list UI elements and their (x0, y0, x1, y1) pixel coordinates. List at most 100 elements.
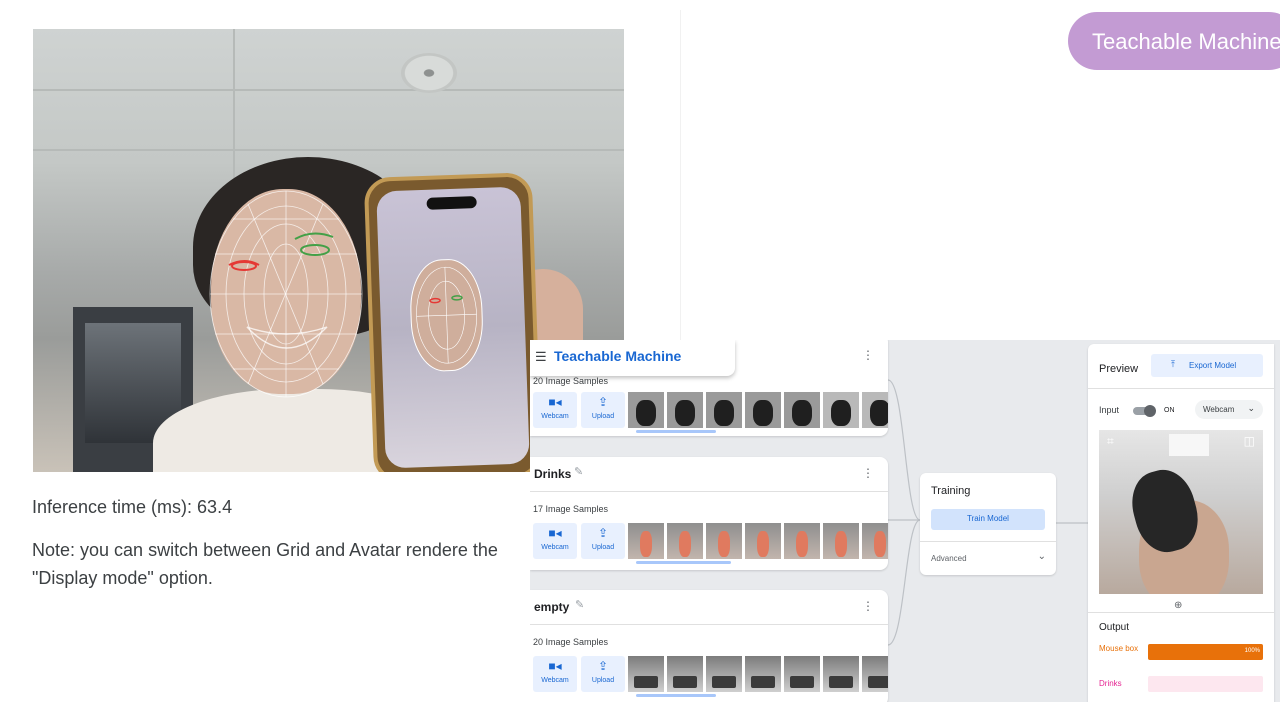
sample-thumbnail[interactable] (667, 392, 703, 428)
class-sample-count: 20 Image Samples (533, 376, 609, 386)
upload-button-label: Upload (591, 413, 615, 420)
class-card-drinks: Drinks ✎ ⋮ 17 Image Samples ■◂ Webcam ⇪ … (530, 457, 888, 570)
export-model-label: Export Model (1189, 361, 1237, 370)
edit-pencil-icon[interactable]: ✎ (575, 598, 584, 611)
webcam-button[interactable]: ■◂ Webcam (533, 656, 577, 692)
confidence-bar (1148, 676, 1263, 692)
webcam-button-label: Webcam (541, 677, 569, 684)
upload-button[interactable]: ⇪ Upload (581, 392, 625, 428)
input-label: Input (1099, 405, 1120, 415)
toggle-state: ON (1164, 407, 1175, 414)
class-card-header: empty ✎ ⋮ (530, 590, 888, 625)
phone-screen (376, 186, 530, 469)
right-eye-mesh (228, 260, 260, 271)
output-row-mouse-box: Mouse box 100% (1099, 644, 1263, 660)
training-title: Training (931, 485, 971, 497)
sample-thumbnail[interactable] (862, 392, 888, 428)
edit-pencil-icon[interactable]: ✎ (574, 465, 583, 478)
thumbnail-scrollbar[interactable] (636, 430, 716, 433)
sample-thumbnail[interactable] (823, 523, 859, 559)
upload-icon: ⇪ (597, 526, 609, 540)
display-mode-note: Note: you can switch between Grid and Av… (32, 540, 498, 588)
upload-button[interactable]: ⇪ Upload (581, 656, 625, 692)
sample-thumbnail[interactable] (823, 656, 859, 692)
teachable-machine-app: ⋮ 20 Image Samples ■◂ Webcam ⇪ Upload Dr… (530, 340, 1280, 702)
sample-thumbnail[interactable] (667, 523, 703, 559)
sample-thumbnail[interactable] (745, 392, 781, 428)
sample-thumbnail[interactable] (628, 523, 664, 559)
class-name[interactable]: empty (534, 600, 569, 614)
class-options-icon[interactable]: ⋮ (862, 466, 874, 480)
thumbnail-scrollbar[interactable] (636, 694, 716, 697)
class-options-icon[interactable]: ⋮ (862, 599, 874, 613)
slide-divider (680, 10, 681, 340)
train-model-button[interactable]: Train Model (931, 509, 1045, 530)
sample-thumbnail[interactable] (862, 523, 888, 559)
phone (363, 172, 543, 472)
sample-thumbnails (628, 392, 888, 428)
sample-thumbnail[interactable] (784, 392, 820, 428)
output-class-name: Mouse box (1099, 644, 1139, 653)
upload-icon: ⇪ (597, 659, 609, 673)
upload-button-label: Upload (591, 544, 615, 551)
sample-thumbnail[interactable] (667, 656, 703, 692)
sample-thumbnail[interactable] (862, 656, 888, 692)
confidence-bar: 100% (1148, 644, 1263, 660)
preview-title: Preview (1099, 363, 1139, 375)
class-card-empty: empty ✎ ⋮ 20 Image Samples ■◂ Webcam ⇪ U… (530, 590, 888, 702)
app-header: ☰ Teachable Machine (530, 340, 735, 376)
preview-panel: Preview ⤒ Export Model Input ON Webcam ⌄… (1088, 344, 1274, 702)
class-options-icon[interactable]: ⋮ (862, 348, 874, 362)
input-toggle[interactable] (1133, 405, 1156, 417)
chevron-down-icon[interactable]: ⌄ (1038, 551, 1046, 562)
sample-thumbnail[interactable] (745, 523, 781, 559)
video-camera-icon: ■◂ (548, 526, 562, 540)
hamburger-menu-icon[interactable]: ☰ (535, 349, 547, 365)
webcam-button[interactable]: ■◂ Webcam (533, 523, 577, 559)
webcam-button[interactable]: ■◂ Webcam (533, 392, 577, 428)
webcam-button-label: Webcam (541, 544, 569, 551)
webcam-button-label: Webcam (541, 413, 569, 420)
divider (920, 541, 1056, 542)
sample-thumbnails (628, 656, 888, 692)
sample-thumbnail[interactable] (745, 656, 781, 692)
upload-icon: ⇪ (597, 395, 609, 409)
export-icon: ⤒ (1171, 359, 1175, 369)
class-card-header: Drinks ✎ ⋮ (530, 457, 888, 492)
output-row-drinks: Drinks (1099, 676, 1263, 692)
crop-icon[interactable]: ⌗ (1107, 434, 1114, 449)
sample-thumbnail[interactable] (706, 656, 742, 692)
input-source-value: Webcam (1203, 405, 1235, 414)
sample-thumbnail[interactable] (823, 392, 859, 428)
output-label: Output (1099, 622, 1130, 633)
sample-thumbnails (628, 523, 888, 559)
thumbnail-scrollbar[interactable] (636, 561, 731, 564)
video-camera-icon: ■◂ (548, 395, 562, 409)
advanced-toggle[interactable]: Advanced (931, 554, 967, 563)
input-source-select[interactable]: Webcam ⌄ (1195, 400, 1263, 419)
inference-time-label: Inference time (ms): 63.4 (32, 497, 233, 517)
phone-face-mesh (408, 257, 485, 373)
sample-thumbnail[interactable] (706, 523, 742, 559)
phone-notch (426, 196, 477, 210)
sample-thumbnail[interactable] (706, 392, 742, 428)
sample-thumbnail[interactable] (628, 656, 664, 692)
divider (1088, 612, 1274, 613)
sample-thumbnail[interactable] (628, 392, 664, 428)
chevron-down-icon: ⌄ (1247, 403, 1255, 413)
app-brand[interactable]: Teachable Machine (554, 348, 681, 364)
sample-thumbnail[interactable] (784, 656, 820, 692)
upload-button[interactable]: ⇪ Upload (581, 523, 625, 559)
class-name[interactable]: Drinks (534, 467, 571, 481)
webcam-preview: ⌗ ◫ (1099, 430, 1263, 594)
output-class-name: Drinks (1099, 679, 1122, 688)
sample-thumbnail[interactable] (784, 523, 820, 559)
export-model-button[interactable]: ⤒ Export Model (1151, 354, 1263, 377)
video-camera-icon: ■◂ (548, 659, 562, 673)
upload-button-label: Upload (591, 677, 615, 684)
train-model-label: Train Model (967, 514, 1009, 523)
left-eye-mesh (294, 232, 334, 256)
flip-icon[interactable]: ◫ (1244, 434, 1255, 448)
confidence-percent: 100% (1244, 648, 1260, 654)
class-sample-count: 20 Image Samples (533, 637, 609, 647)
